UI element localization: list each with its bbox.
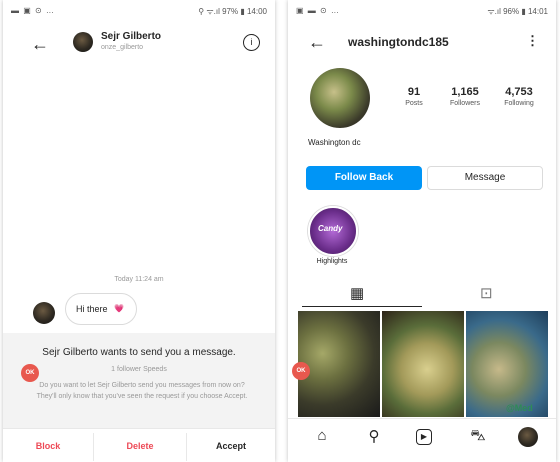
- tagged-tab-icon[interactable]: ⊡: [480, 284, 493, 302]
- ok-badge: OK: [21, 364, 39, 382]
- grid-post[interactable]: [298, 311, 380, 417]
- watermark-text: @Med: [506, 403, 533, 413]
- contact-handle: onze_gilberto: [101, 44, 144, 51]
- highlight-avatar[interactable]: Candy: [308, 206, 358, 256]
- grid-post[interactable]: [382, 311, 464, 417]
- stat-following[interactable]: 4,753 Following: [494, 86, 544, 107]
- status-icons: ▣ ▬ ⊙ …: [296, 6, 340, 15]
- profile-screen: ▣ ▬ ⊙ … ᯤ.ıl 96% ▮ 14:01 ← washingtondc1…: [288, 0, 556, 462]
- grid-post[interactable]: @Med: [466, 311, 548, 417]
- stat-followers-value: 1,165: [451, 86, 479, 98]
- highlight-label: Highlights: [316, 258, 348, 265]
- avatar[interactable]: [73, 32, 93, 52]
- message-button[interactable]: Message: [427, 166, 543, 190]
- reels-icon[interactable]: ▶: [416, 429, 432, 445]
- grid-tab-icon[interactable]: ▦: [350, 284, 364, 302]
- profile-username: washingtondc185: [348, 35, 449, 49]
- sender-avatar[interactable]: [33, 302, 55, 324]
- request-follower-count: 1 follower Speeds: [111, 366, 167, 373]
- status-right: ᯤ.ıl 96% ▮ 14:01: [487, 7, 548, 16]
- action-bar: Block Delete Accept: [3, 428, 275, 462]
- profile-nav-avatar[interactable]: [518, 427, 538, 447]
- request-body: Do you want to let Sejr Gilberto send yo…: [36, 382, 248, 400]
- contact-name[interactable]: Sejr Gilberto: [101, 31, 161, 42]
- highlight-text: Candy: [318, 224, 343, 233]
- profile-avatar[interactable]: [310, 68, 370, 128]
- accept-button[interactable]: Accept: [187, 441, 275, 451]
- shop-icon[interactable]: ⛍: [468, 427, 488, 447]
- message-bubble[interactable]: Hi there 💗: [65, 293, 137, 325]
- back-arrow-icon[interactable]: ←: [31, 34, 49, 55]
- message-text: Hi there: [76, 304, 108, 314]
- ok-badge: OK: [292, 362, 310, 380]
- stat-followers-label: Followers: [450, 100, 480, 107]
- info-icon[interactable]: i: [243, 34, 260, 51]
- request-title: Sejr Gilberto wants to send you a messag…: [42, 347, 236, 358]
- status-icons: ▬ ▣ ⊙ …: [11, 6, 55, 15]
- profile-display-name: Washington dc: [308, 138, 361, 147]
- stat-followers[interactable]: 1,165 Followers: [440, 86, 490, 107]
- home-icon[interactable]: ⌂: [312, 427, 332, 447]
- status-bar: ▣ ▬ ⊙ … ᯤ.ıl 96% ▮ 14:01: [288, 0, 556, 22]
- stat-posts-label: Posts: [405, 100, 423, 107]
- heart-icon: 💗: [114, 304, 124, 313]
- block-button[interactable]: Block: [3, 441, 93, 451]
- search-icon[interactable]: ⚲: [364, 427, 384, 447]
- stat-following-value: 4,753: [505, 86, 533, 98]
- back-arrow-icon[interactable]: ←: [308, 32, 326, 53]
- follow-back-button[interactable]: Follow Back: [306, 166, 422, 190]
- more-vertical-icon[interactable]: ⋮: [526, 33, 539, 49]
- message-request-panel: Sejr Gilberto wants to send you a messag…: [3, 333, 275, 429]
- message-timestamp: Today 11:24 am: [114, 276, 164, 283]
- status-right: ⚲ ᯤ.ıl 97% ▮ 14:00: [198, 7, 267, 16]
- delete-button[interactable]: Delete: [94, 441, 186, 451]
- tab-indicator: [302, 306, 422, 307]
- status-bar: ▬ ▣ ⊙ … ⚲ ᯤ.ıl 97% ▮ 14:00: [3, 0, 275, 22]
- stat-following-label: Following: [504, 100, 534, 107]
- dm-request-screen: ▬ ▣ ⊙ … ⚲ ᯤ.ıl 97% ▮ 14:00 ← Sejr Gilber…: [3, 0, 275, 462]
- stat-posts-value: 91: [407, 86, 421, 98]
- stat-posts[interactable]: 91 Posts: [394, 86, 434, 107]
